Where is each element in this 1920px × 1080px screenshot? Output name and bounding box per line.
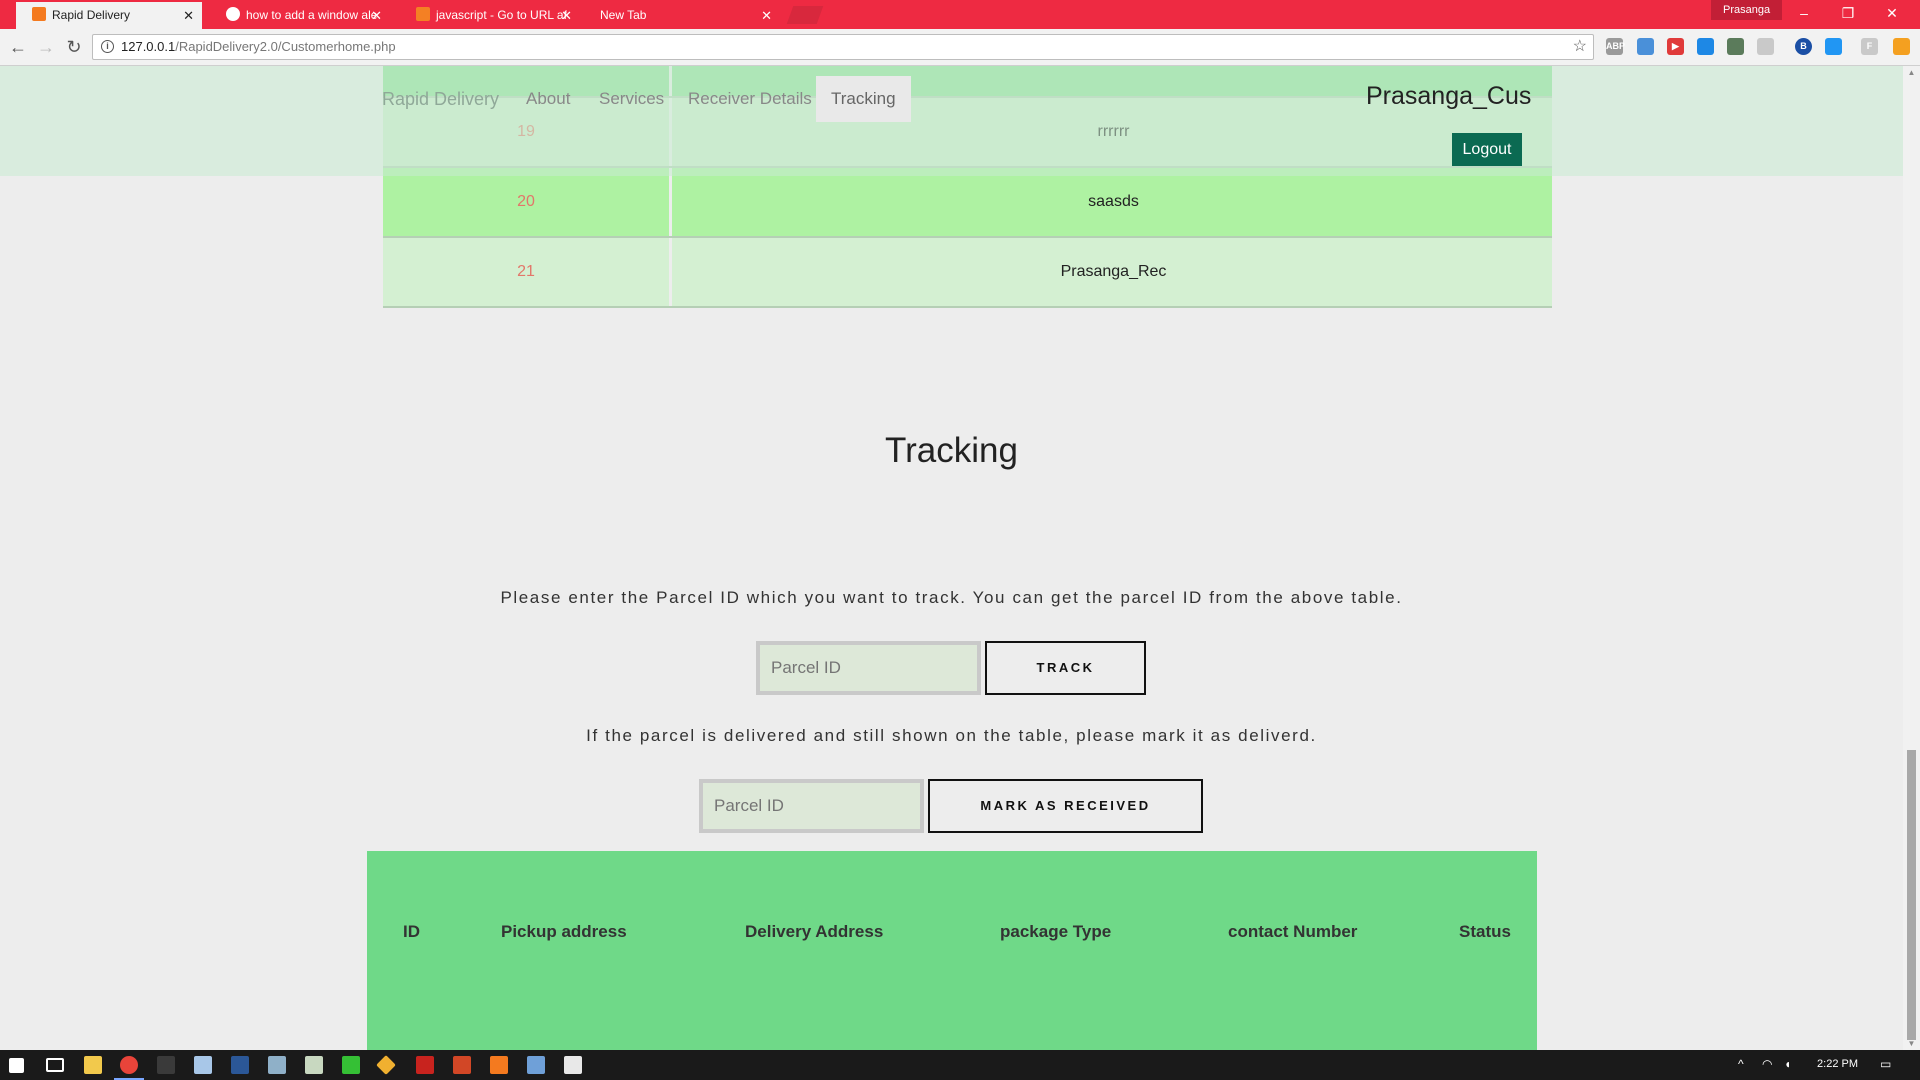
tab-how-to-add-window[interactable]: how to add a window ale ✕ xyxy=(210,2,390,29)
close-window-icon[interactable]: ✕ xyxy=(1870,0,1914,26)
table-row: 20 saasds xyxy=(383,168,1552,238)
username-label: Prasanga_Cus xyxy=(1366,82,1532,110)
mark-as-received-button[interactable]: MARK AS RECEIVED xyxy=(928,779,1203,833)
forward-icon[interactable]: → xyxy=(34,35,58,59)
network-icon[interactable]: ◠ xyxy=(1762,1057,1772,1071)
xampp-favicon-icon xyxy=(32,7,46,21)
extension-icon[interactable] xyxy=(1637,38,1654,55)
acrobat-icon[interactable] xyxy=(416,1056,434,1074)
taskbar-clock[interactable]: 2:22 PM xyxy=(1817,1058,1858,1070)
profile-badge[interactable]: Prasanga xyxy=(1711,0,1783,20)
notepad-icon[interactable] xyxy=(194,1056,212,1074)
terminal-icon[interactable] xyxy=(157,1056,175,1074)
windows-taskbar: ^ ◠ ◖ 2:22 PM ▭ xyxy=(0,1050,1920,1080)
chrome-icon[interactable] xyxy=(114,1056,144,1080)
scroll-up-icon[interactable]: ▲ xyxy=(1903,68,1920,77)
table-row: 21 Prasanga_Rec xyxy=(383,238,1552,308)
xampp-icon[interactable] xyxy=(490,1056,508,1074)
close-tab-icon[interactable]: ✕ xyxy=(761,2,772,29)
minimize-icon[interactable]: – xyxy=(1782,0,1826,26)
address-bar[interactable]: i 127.0.0.1/RapidDelivery2.0/Customerhom… xyxy=(92,34,1594,60)
logout-button[interactable]: Logout xyxy=(1452,133,1522,166)
nav-receiver-details[interactable]: Receiver Details xyxy=(673,76,827,122)
track-button[interactable]: TRACK xyxy=(985,641,1146,695)
url-path: /RapidDelivery2.0/Customerhome.php xyxy=(175,39,396,54)
extension-icon[interactable]: B xyxy=(1795,38,1812,55)
tab-title: Rapid Delivery xyxy=(52,8,131,22)
start-icon[interactable] xyxy=(9,1058,24,1073)
stackoverflow-favicon-icon xyxy=(416,7,430,21)
tab-title: how to add a window ale xyxy=(246,8,378,22)
bookmark-star-icon[interactable]: ☆ xyxy=(1573,35,1587,59)
table-cell-name: saasds xyxy=(1088,193,1139,210)
nav-services[interactable]: Services xyxy=(584,76,679,122)
url-host: 127.0.0.1 xyxy=(121,39,176,54)
site-header: Rapid Delivery About Services Receiver D… xyxy=(0,66,1903,176)
brand-link[interactable]: Rapid Delivery xyxy=(382,76,499,122)
extension-icon[interactable]: F xyxy=(1861,38,1878,55)
extension-icon[interactable]: ▶ xyxy=(1667,38,1684,55)
table-cell-id: 20 xyxy=(383,168,672,236)
table-cell-id: 21 xyxy=(383,238,672,306)
tracking-instruction: Please enter the Parcel ID which you wan… xyxy=(500,588,1403,607)
app-icon[interactable] xyxy=(305,1056,323,1074)
mark-parcel-id-input[interactable] xyxy=(699,779,924,833)
column-header-contact-number: contact Number xyxy=(1228,922,1358,941)
table-cell-name: Prasanga_Rec xyxy=(1060,263,1167,280)
nav-about[interactable]: About xyxy=(511,76,585,122)
app-icon[interactable] xyxy=(527,1056,545,1074)
scroll-down-icon[interactable]: ▼ xyxy=(1903,1039,1920,1048)
column-header-id: ID xyxy=(403,922,420,941)
photos-icon[interactable] xyxy=(564,1056,582,1074)
restore-icon[interactable]: ❐ xyxy=(1826,0,1870,26)
tab-rapid-delivery[interactable]: Rapid Delivery ✕ xyxy=(16,2,202,29)
tracking-title: Tracking xyxy=(885,431,1018,470)
receiver-table: ID Pickup address Delivery Address packa… xyxy=(367,851,1537,1050)
column-header-status: Status xyxy=(1459,922,1511,941)
new-tab-button[interactable] xyxy=(786,6,824,24)
nav-tracking[interactable]: Tracking xyxy=(816,76,911,122)
app-icon[interactable] xyxy=(268,1056,286,1074)
column-header-delivery-address: Delivery Address xyxy=(745,922,884,941)
adblock-extension-icon[interactable]: ABP xyxy=(1606,38,1625,55)
task-view-icon[interactable] xyxy=(46,1058,64,1072)
dreamweaver-icon[interactable] xyxy=(342,1056,360,1074)
tab-title: javascript - Go to URL af xyxy=(436,8,567,22)
show-hidden-icons-icon[interactable]: ^ xyxy=(1738,1057,1744,1071)
site-info-icon[interactable]: i xyxy=(101,40,114,53)
column-header-pickup-address: Pickup address xyxy=(501,922,627,941)
volume-icon[interactable]: ◖ xyxy=(1784,1057,1791,1071)
browser-toolbar: ← → ↻ i 127.0.0.1/RapidDelivery2.0/Custo… xyxy=(0,29,1920,66)
extension-icon[interactable] xyxy=(1727,38,1744,55)
column-header-package-type: package Type xyxy=(1000,922,1112,941)
browser-tab-strip: Rapid Delivery ✕ how to add a window ale… xyxy=(0,0,1920,29)
page-scrollbar[interactable]: ▲ ▼ xyxy=(1903,66,1920,1050)
close-tab-icon[interactable]: ✕ xyxy=(183,2,194,29)
extension-icon[interactable] xyxy=(1697,38,1714,55)
google-favicon-icon xyxy=(226,7,240,21)
tab-title: New Tab xyxy=(600,8,647,22)
tab-new-tab[interactable]: New Tab ✕ xyxy=(590,2,780,29)
app-icon[interactable] xyxy=(376,1055,396,1075)
file-explorer-icon[interactable] xyxy=(84,1056,102,1074)
back-icon[interactable]: ← xyxy=(6,35,30,59)
close-tab-icon[interactable]: ✕ xyxy=(561,2,572,29)
notifications-icon[interactable]: ▭ xyxy=(1880,1057,1891,1071)
extension-icon[interactable] xyxy=(1893,38,1910,55)
close-tab-icon[interactable]: ✕ xyxy=(371,2,382,29)
word-icon[interactable] xyxy=(231,1056,249,1074)
page-viewport: 18 fff 19 rrrrrr 20 saasds 21 Prasanga_R… xyxy=(0,66,1920,1050)
track-parcel-id-input[interactable] xyxy=(756,641,981,695)
reload-icon[interactable]: ↻ xyxy=(62,35,86,59)
delivered-instruction: If the parcel is delivered and still sho… xyxy=(586,726,1317,745)
tab-javascript-go-to-url[interactable]: javascript - Go to URL af ✕ xyxy=(400,2,580,29)
extension-icon[interactable] xyxy=(1825,38,1842,55)
powerpoint-icon[interactable] xyxy=(453,1056,471,1074)
scrollbar-thumb[interactable] xyxy=(1907,750,1916,1040)
extension-icon[interactable] xyxy=(1757,38,1774,55)
